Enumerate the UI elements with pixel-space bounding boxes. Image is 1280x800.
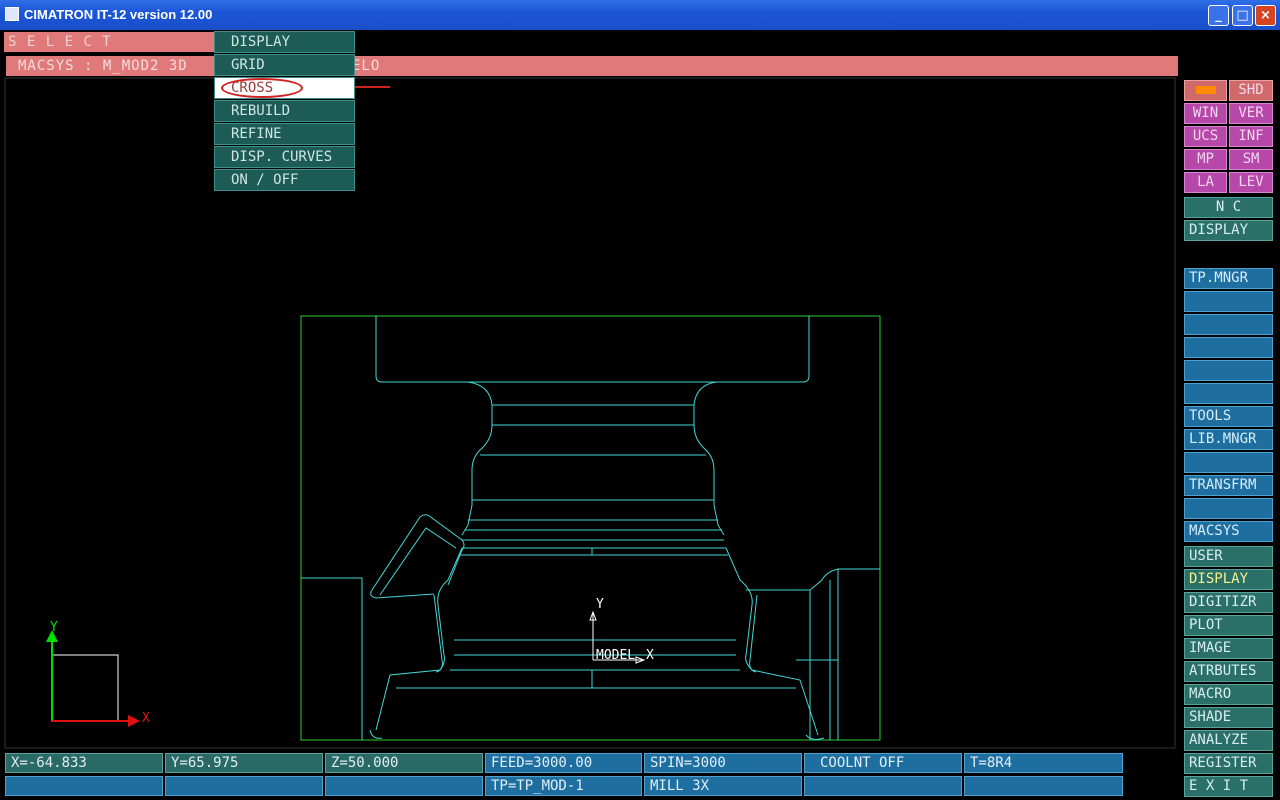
ucs-button[interactable]: UCS — [1184, 126, 1227, 147]
digitizr-button[interactable]: DIGITIZR — [1184, 592, 1273, 613]
close-button[interactable]: × — [1255, 5, 1276, 26]
atrbutes-button[interactable]: ATRBUTES — [1184, 661, 1273, 682]
x-axis-label: X — [142, 711, 150, 726]
menu-item-grid[interactable]: GRID — [214, 54, 355, 76]
model-y-label: Y — [596, 597, 604, 612]
color-swatch-icon — [1195, 86, 1216, 94]
stock-frame — [300, 315, 881, 741]
tool-value: T=8R4 — [964, 753, 1123, 773]
menu-item-display[interactable]: DISPLAY — [214, 31, 355, 53]
inf-button[interactable]: INF — [1229, 126, 1273, 147]
la-button[interactable]: LA — [1184, 172, 1227, 193]
status-empty-4 — [804, 776, 962, 796]
x-coordinate: X=-64.833 — [5, 753, 163, 773]
model-x-label: X — [646, 648, 654, 663]
status-empty-2 — [165, 776, 323, 796]
spin-value: SPIN=3000 — [644, 753, 802, 773]
axis-box — [51, 654, 119, 722]
mill-mode: MILL 3X — [644, 776, 802, 796]
sm-button[interactable]: SM — [1229, 149, 1273, 170]
register-button[interactable]: REGISTER — [1184, 753, 1273, 774]
maximize-button[interactable]: □ — [1232, 5, 1253, 26]
part-wireframe — [301, 316, 880, 740]
empty-slot-5[interactable] — [1184, 383, 1273, 404]
menu-item-refine[interactable]: REFINE — [214, 123, 355, 145]
tools-button[interactable]: TOOLS — [1184, 406, 1273, 427]
empty-slot-6[interactable] — [1184, 452, 1273, 473]
menu-item-rebuild[interactable]: REBUILD — [214, 100, 355, 122]
shade-button[interactable]: SHADE — [1184, 707, 1273, 728]
shd-button[interactable]: SHD — [1229, 80, 1273, 101]
x-axis-arrow-icon — [128, 715, 140, 727]
nc-display-button[interactable]: DISPLAY — [1184, 220, 1273, 241]
user-button[interactable]: USER — [1184, 546, 1273, 567]
y-coordinate: Y=65.975 — [165, 753, 323, 773]
win-button[interactable]: WIN — [1184, 103, 1227, 124]
z-coordinate: Z=50.000 — [325, 753, 483, 773]
display-button[interactable]: DISPLAY — [1184, 569, 1273, 590]
minimize-button[interactable]: _ — [1208, 5, 1229, 26]
plot-button[interactable]: PLOT — [1184, 615, 1273, 636]
tp-mngr-button[interactable]: TP.MNGR — [1184, 268, 1273, 289]
toolpath-value: TP=TP_MOD-1 — [485, 776, 642, 796]
status-empty-5 — [964, 776, 1123, 796]
analyze-button[interactable]: ANALYZE — [1184, 730, 1273, 751]
highlight-ellipse — [221, 78, 303, 98]
graphics-viewport[interactable]: Y MODEL X Y X — [0, 0, 1180, 750]
exit-button[interactable]: E X I T — [1184, 776, 1273, 797]
menu-item-on-off[interactable]: ON / OFF — [214, 169, 355, 191]
status-empty-1 — [5, 776, 163, 796]
empty-slot-3[interactable] — [1184, 337, 1273, 358]
empty-slot-7[interactable] — [1184, 498, 1273, 519]
empty-slot-4[interactable] — [1184, 360, 1273, 381]
y-axis-label: Y — [50, 620, 58, 635]
color-swatch-button[interactable] — [1184, 80, 1227, 101]
transfrm-button[interactable]: TRANSFRM — [1184, 475, 1273, 496]
feed-value: FEED=3000.00 — [485, 753, 642, 773]
empty-slot-2[interactable] — [1184, 314, 1273, 335]
coolant-status: COOLNT OFF — [804, 753, 962, 773]
empty-slot-1[interactable] — [1184, 291, 1273, 312]
menu-item-disp-curves[interactable]: DISP. CURVES — [214, 146, 355, 168]
status-empty-3 — [325, 776, 483, 796]
ver-button[interactable]: VER — [1229, 103, 1273, 124]
model-label: MODEL — [596, 648, 635, 663]
nc-header[interactable]: N C — [1184, 197, 1273, 218]
mp-button[interactable]: MP — [1184, 149, 1227, 170]
lev-button[interactable]: LEV — [1229, 172, 1273, 193]
macsys-button[interactable]: MACSYS — [1184, 521, 1273, 542]
image-button[interactable]: IMAGE — [1184, 638, 1273, 659]
lib-mngr-button[interactable]: LIB.MNGR — [1184, 429, 1273, 450]
macro-button[interactable]: MACRO — [1184, 684, 1273, 705]
